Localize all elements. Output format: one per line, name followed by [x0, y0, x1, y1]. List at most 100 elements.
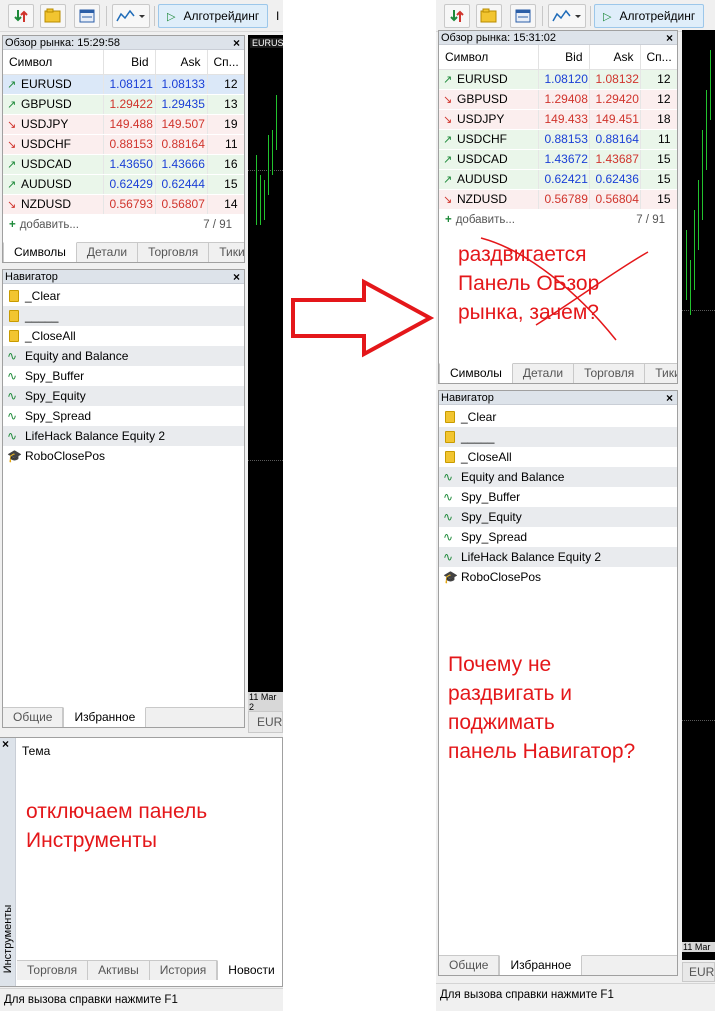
- tab-1[interactable]: Активы: [88, 961, 150, 980]
- navigator-item-label: Spy_Spread: [25, 409, 92, 423]
- open-folder-icon[interactable]: [476, 4, 502, 28]
- column-header[interactable]: Символ: [439, 45, 539, 70]
- tab-3[interactable]: Тики: [209, 243, 244, 262]
- tab-1[interactable]: Избранное: [63, 707, 147, 727]
- navigator-item[interactable]: ∿ Spy_Buffer: [3, 366, 244, 386]
- chart-bottom-tab[interactable]: EUR: [682, 962, 715, 982]
- symbol-name: USDJPY: [21, 117, 69, 131]
- chart-indicator-icon[interactable]: [548, 4, 586, 28]
- chart-window[interactable]: 11 Mar: [682, 30, 715, 960]
- tab-0[interactable]: Символы: [439, 363, 513, 383]
- bid-cell: 0.88153: [538, 129, 590, 150]
- navigator-item[interactable]: ∿ Spy_Equity: [439, 507, 677, 527]
- tab-2[interactable]: Торговля: [138, 243, 210, 262]
- arrow-up-icon: ↗: [7, 79, 17, 91]
- add-symbol-button[interactable]: + добавить... 7 / 91: [3, 215, 244, 235]
- table-row[interactable]: ↗ EURUSD 1.08121 1.08133 12: [3, 74, 244, 95]
- navigator-item[interactable]: ∿ LifeHack Balance Equity 2: [3, 426, 244, 446]
- tab-0[interactable]: Общие: [3, 708, 64, 727]
- folder-icon: [445, 451, 455, 463]
- template-icon[interactable]: [510, 4, 536, 28]
- navigator-item[interactable]: 🎓 RoboClosePos: [439, 567, 677, 587]
- table-row[interactable]: ↗ USDCHF 0.88153 0.88164 11: [439, 129, 677, 150]
- symbol-cell: ↗ EURUSD: [3, 74, 104, 95]
- column-header[interactable]: Сп...: [207, 50, 244, 75]
- trade-arrows-icon[interactable]: [8, 4, 34, 28]
- ask-cell: 0.56804: [589, 189, 641, 210]
- column-header[interactable]: Bid: [538, 45, 590, 70]
- algotrading-button[interactable]: ▷ Алготрейдинг: [158, 4, 269, 28]
- trade-arrows-icon[interactable]: [444, 4, 470, 28]
- navigator-item[interactable]: _____: [439, 427, 677, 447]
- table-row[interactable]: ↘ GBPUSD 1.29408 1.29420 12: [439, 89, 677, 110]
- tab-3[interactable]: Новости: [217, 960, 282, 980]
- navigator-item-label: Spy_Equity: [461, 510, 522, 524]
- close-icon[interactable]: ×: [233, 36, 240, 50]
- column-header[interactable]: Bid: [103, 50, 156, 75]
- navigator-item[interactable]: ∿ Spy_Equity: [3, 386, 244, 406]
- add-symbol-button[interactable]: + добавить... 7 / 91: [439, 210, 677, 230]
- navigator-item[interactable]: _Clear: [439, 407, 677, 427]
- arrow-down-icon: ↘: [7, 119, 17, 131]
- right-arrow-icon: [291, 278, 435, 358]
- table-row[interactable]: ↘ NZDUSD 0.56789 0.56804 15: [439, 189, 677, 210]
- navigator-item[interactable]: 🎓 RoboClosePos: [3, 446, 244, 466]
- table-row[interactable]: ↗ AUDUSD 0.62429 0.62444 15: [3, 174, 244, 195]
- algotrading-button[interactable]: ▷ Алготрейдинг: [594, 4, 705, 28]
- tab-2[interactable]: История: [150, 961, 218, 980]
- folder-icon: [445, 411, 455, 423]
- navigator-item[interactable]: _Clear: [3, 286, 244, 306]
- navigator-item[interactable]: ∿ Spy_Spread: [3, 406, 244, 426]
- arrow-down-icon: ↘: [7, 199, 17, 211]
- ask-cell: 149.507: [155, 114, 208, 135]
- toolbox-column-header: Тема: [22, 744, 51, 758]
- navigator-item[interactable]: ∿ Spy_Buffer: [439, 487, 677, 507]
- column-header[interactable]: Ask: [589, 45, 641, 70]
- tab-0[interactable]: Общие: [439, 956, 500, 975]
- column-header[interactable]: Ask: [155, 50, 208, 75]
- tab-0[interactable]: Символы: [3, 242, 77, 262]
- navigator-item[interactable]: _CloseAll: [3, 326, 244, 346]
- tab-1[interactable]: Избранное: [499, 955, 583, 975]
- table-row[interactable]: ↗ USDCAD 1.43650 1.43666 16: [3, 154, 244, 175]
- tab-0[interactable]: Торговля: [17, 961, 89, 980]
- indicator-icon: ∿: [7, 389, 18, 403]
- chart-indicator-icon[interactable]: [112, 4, 150, 28]
- close-icon[interactable]: ×: [233, 270, 240, 284]
- table-row[interactable]: ↗ USDCAD 1.43672 1.43687 15: [439, 149, 677, 170]
- tab-3[interactable]: Тики: [645, 364, 677, 383]
- symbol-name: EURUSD: [21, 77, 72, 91]
- table-row[interactable]: ↘ NZDUSD 0.56793 0.56807 14: [3, 194, 244, 215]
- navigator-item[interactable]: ∿ Spy_Spread: [439, 527, 677, 547]
- table-row[interactable]: ↗ GBPUSD 1.29422 1.29435 13: [3, 94, 244, 115]
- table-row[interactable]: ↘ USDJPY 149.433 149.451 18: [439, 109, 677, 130]
- table-row[interactable]: ↘ USDJPY 149.488 149.507 19: [3, 114, 244, 135]
- chart-bottom-tab[interactable]: EURU: [248, 711, 283, 733]
- table-row[interactable]: ↘ USDCHF 0.88153 0.88164 11: [3, 134, 244, 155]
- close-icon[interactable]: ×: [666, 31, 673, 45]
- navigator-item[interactable]: ∿ Equity and Balance: [3, 346, 244, 366]
- table-row[interactable]: ↗ AUDUSD 0.62421 0.62436 15: [439, 169, 677, 190]
- navigator-item[interactable]: _____: [3, 306, 244, 326]
- symbol-name: AUDUSD: [457, 172, 508, 186]
- tab-2[interactable]: Торговля: [574, 364, 646, 383]
- chart-window[interactable]: EURUS 11 Mar 2: [248, 35, 283, 712]
- symbol-cell: ↘ GBPUSD: [439, 89, 539, 110]
- folder-icon: [9, 290, 19, 302]
- navigator-item[interactable]: ∿ LifeHack Balance Equity 2: [439, 547, 677, 567]
- tab-1[interactable]: Детали: [513, 364, 575, 383]
- column-header[interactable]: Сп...: [640, 45, 677, 70]
- close-icon[interactable]: ×: [666, 391, 673, 405]
- spread-cell: 15: [640, 169, 677, 190]
- open-folder-icon[interactable]: [40, 4, 66, 28]
- navigator-item[interactable]: _CloseAll: [439, 447, 677, 467]
- close-icon[interactable]: ×: [2, 738, 9, 750]
- tab-1[interactable]: Детали: [77, 243, 139, 262]
- column-header[interactable]: Символ: [3, 50, 104, 75]
- arrow-up-icon: ↗: [443, 174, 453, 186]
- symbol-cell: ↘ USDJPY: [439, 109, 539, 130]
- template-icon[interactable]: [74, 4, 100, 28]
- market-watch-table: Символ Bid Ask Сп... ↗ EURUSD 1.08121 1.08133 1…: [3, 50, 244, 215]
- navigator-item[interactable]: ∿ Equity and Balance: [439, 467, 677, 487]
- table-row[interactable]: ↗ EURUSD 1.08120 1.08132 12: [439, 69, 677, 90]
